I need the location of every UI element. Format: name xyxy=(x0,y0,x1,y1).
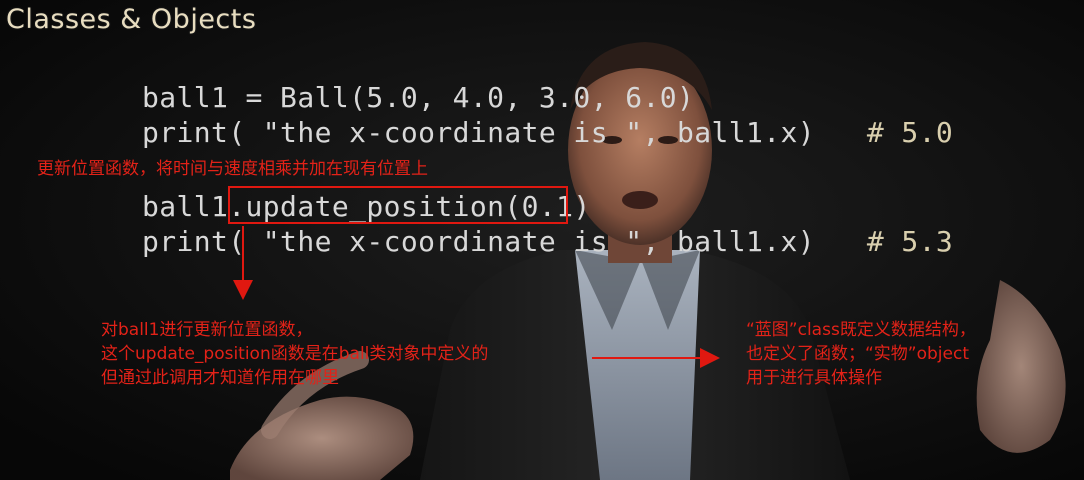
code-comment: # 5.3 xyxy=(866,225,954,258)
highlight-box xyxy=(228,186,568,224)
annotation-line: 也定义了函数；“实物”object xyxy=(746,344,970,364)
code-text: ball1 = Ball(5.0, 4.0, 3.0, 6.0) xyxy=(142,81,695,114)
annotation-line: 这个update_position函数是在ball类对象中定义的 xyxy=(101,344,489,364)
slide-title: Classes & Objects xyxy=(6,4,257,35)
video-frame: Classes & Objects ball1 = Ball(5.0, 4.0,… xyxy=(0,0,1084,480)
code-comment: # 5.0 xyxy=(866,116,954,149)
code-line: print( "the x-coordinate is ", ball1.x) … xyxy=(142,225,953,258)
annotation-line: 对ball1进行更新位置函数， xyxy=(101,320,313,340)
annotation-line: “蓝图”class既定义数据结构， xyxy=(746,320,976,340)
annotation-line: 但通过此调用才知道作用在哪里 xyxy=(101,368,339,388)
annotation-right: “蓝图”class既定义数据结构， 也定义了函数；“实物”object 用于进行… xyxy=(746,318,976,390)
code-text: print( "the x-coordinate is ", ball1.x) xyxy=(142,225,867,258)
annotation-top: 更新位置函数，将时间与速度相乘并加在现有位置上 xyxy=(37,159,428,179)
code-text: print( "the x-coordinate is ", ball1.x) xyxy=(142,116,867,149)
annotation-middle: 对ball1进行更新位置函数， 这个update_position函数是在bal… xyxy=(101,318,488,390)
code-line: print( "the x-coordinate is ", ball1.x) … xyxy=(142,116,953,149)
annotation-line: 用于进行具体操作 xyxy=(746,368,882,388)
code-line: ball1 = Ball(5.0, 4.0, 3.0, 6.0) xyxy=(142,81,694,114)
